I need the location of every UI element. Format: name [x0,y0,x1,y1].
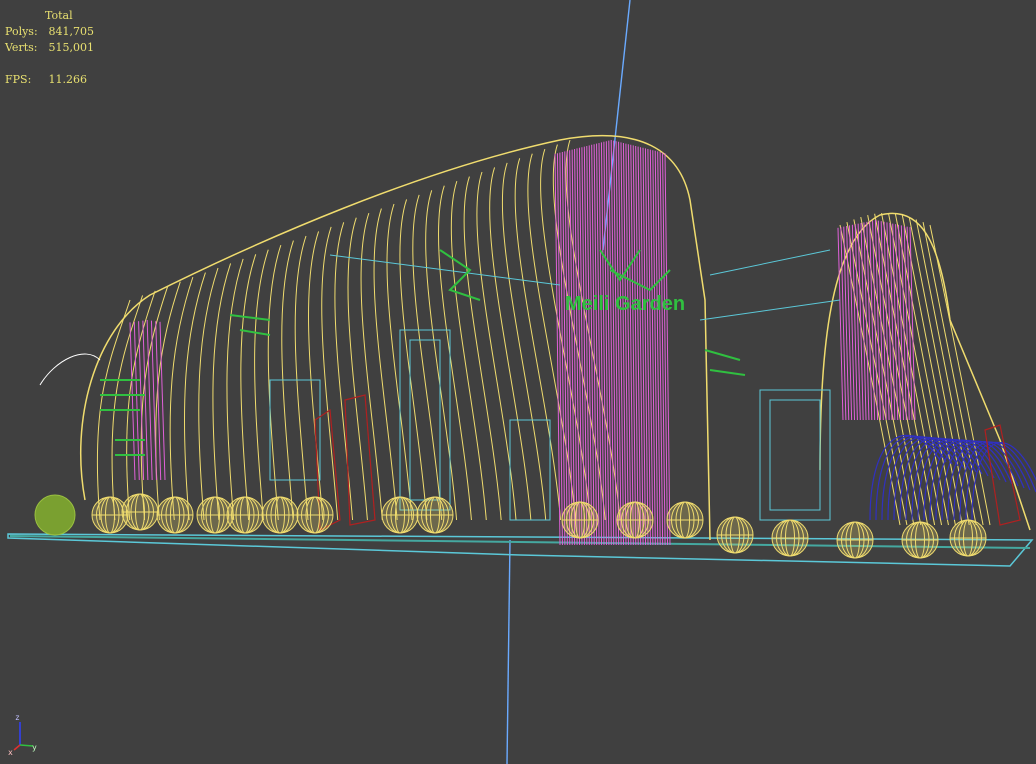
gizmo-z-label: z [15,713,20,722]
pink-column-line [889,222,896,421]
pink-column-line [581,147,588,546]
spiral-strand [875,435,947,521]
pink-column-line [159,321,166,481]
right-canopy-ribs [839,212,991,526]
pink-column-line [654,150,661,546]
pink-column-line [840,227,847,421]
pink-column-line [635,145,642,546]
canopy-rib [463,176,502,521]
pink-column-line [637,146,644,546]
canopy-rib [334,222,354,521]
wireframe-scene: Meili Garden z y x [7,0,1036,764]
pink-column-line [630,144,637,546]
pink-column-line [846,225,853,421]
canopy-rib [450,180,487,521]
pink-column-line [657,151,664,546]
pink-column-line [618,141,625,546]
pink-column-line [906,226,913,421]
pink-column-line [620,142,627,546]
pink-column-line [909,227,916,421]
pink-column-line [576,148,583,546]
pink-column-line [652,150,659,546]
pink-column-line [600,142,607,546]
pink-column-line [566,150,573,546]
canopy-rib [240,254,257,521]
canopy-rib [294,235,309,521]
green-hedge [34,494,76,536]
right-canopy-outline [819,212,1031,531]
pink-column-main [554,139,671,546]
pink-column-line [627,144,634,546]
canopy-rib [347,217,368,521]
pink-column-line [632,145,639,546]
pink-column-line [854,224,861,421]
canopy-rib [514,158,562,521]
canopy-rib [198,267,219,521]
world-axis-vertical-lower [506,539,511,764]
canopy-rib [308,231,324,521]
pink-column-line [837,227,844,421]
pink-column-line [559,152,566,546]
pink-column-line [895,224,902,421]
pink-column-line [860,222,867,421]
sign-text: Meili Garden [565,293,685,315]
pink-column-line [622,142,629,546]
canopy-ribs [96,139,621,521]
pink-column-line [644,148,651,546]
pink-column-line [556,153,563,546]
pink-column-line [662,152,669,546]
pink-column-line [142,320,149,481]
pink-column-line [588,145,595,546]
pink-column-line [571,149,578,546]
ground-plane [7,533,1034,567]
pink-column-line [593,144,600,546]
canopy-rib [169,276,194,521]
3d-viewport[interactable]: Total Polys: 841,705 Verts: 515,001 FPS:… [0,0,1036,764]
pink-column-line [649,149,656,546]
pink-column-line [625,143,632,546]
pink-column-line [554,153,561,546]
pink-column-line [874,219,881,421]
pink-column-line [578,147,585,546]
pink-column-line [596,143,603,546]
pink-column-line [664,153,671,546]
pink-column-line [866,221,873,421]
orientation-gizmo: z y x [8,713,37,757]
gizmo-x-label: x [8,748,13,757]
pink-column-line [608,140,615,546]
planter-spheres [91,493,987,559]
pink-column-line [150,320,157,481]
canopy-rib [155,281,181,521]
pink-column-line [903,225,910,421]
canopy-rib [254,249,269,521]
pink-column-line [851,224,858,421]
pink-column-line [610,139,617,546]
ground-plane-edge [9,535,1031,549]
pink-column-line [591,144,598,546]
canopy-rib [412,194,443,521]
gizmo-y-label: y [32,743,37,752]
pink-column-line [892,223,899,421]
pink-column-line [574,148,581,546]
pink-column-line [877,220,884,421]
gizmo-x-axis [13,744,21,751]
pink-column-line [880,221,887,421]
pink-column-line [863,222,870,421]
pink-column-line [640,147,647,546]
canopy-rib [437,185,472,521]
pink-column-line [659,151,666,546]
spiral-strand [929,439,1001,521]
pink-column-line [615,141,622,546]
canopy-rib [183,272,206,521]
pink-column-line [642,147,649,546]
pink-column-line [129,322,136,481]
pink-column-line [564,151,571,546]
canopy-rib [212,263,232,521]
pink-column-line [647,148,654,546]
